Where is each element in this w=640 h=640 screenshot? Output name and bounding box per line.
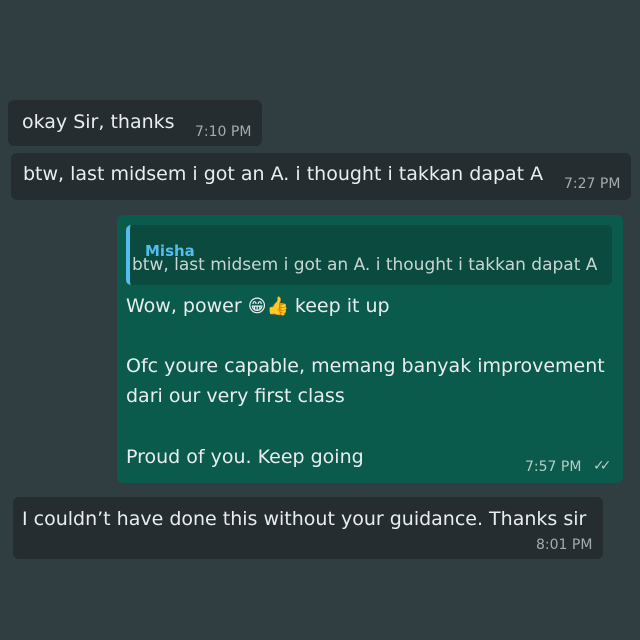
message-text: keep it up bbox=[288, 295, 390, 317]
message-timestamp: 8:01 PM bbox=[536, 537, 593, 553]
double-check-icon: ✓✓ bbox=[593, 458, 612, 474]
message-bubble-incoming[interactable]: btw, last midsem i got an A. i thought i… bbox=[11, 153, 631, 200]
message-text: okay Sir, thanks bbox=[22, 111, 175, 133]
quoted-text: btw, last midsem i got an A. i thought i… bbox=[132, 255, 598, 275]
message-line: Ofc youre capable, memang banyak improve… bbox=[126, 355, 605, 377]
message-line: dari our very first class bbox=[126, 385, 345, 407]
message-line: Wow, power 😁👍 keep it up bbox=[126, 291, 390, 322]
message-line: Proud of you. Keep going bbox=[126, 446, 364, 468]
message-timestamp: 7:27 PM bbox=[564, 176, 621, 192]
message-text: Wow, power bbox=[126, 295, 248, 317]
grin-thumbs-up-emoji: 😁👍 bbox=[247, 296, 289, 317]
message-bubble-incoming[interactable]: I couldn’t have done this without your g… bbox=[13, 497, 603, 559]
chat-background: okay Sir, thanks 7:10 PM btw, last midse… bbox=[0, 0, 640, 640]
message-text: I couldn’t have done this without your g… bbox=[22, 508, 587, 530]
message-timestamp: 7:57 PM bbox=[525, 459, 582, 475]
message-timestamp: 7:10 PM bbox=[195, 124, 252, 140]
message-text: btw, last midsem i got an A. i thought i… bbox=[23, 163, 544, 185]
message-bubble-outgoing[interactable]: Misha btw, last midsem i got an A. i tho… bbox=[117, 215, 623, 483]
